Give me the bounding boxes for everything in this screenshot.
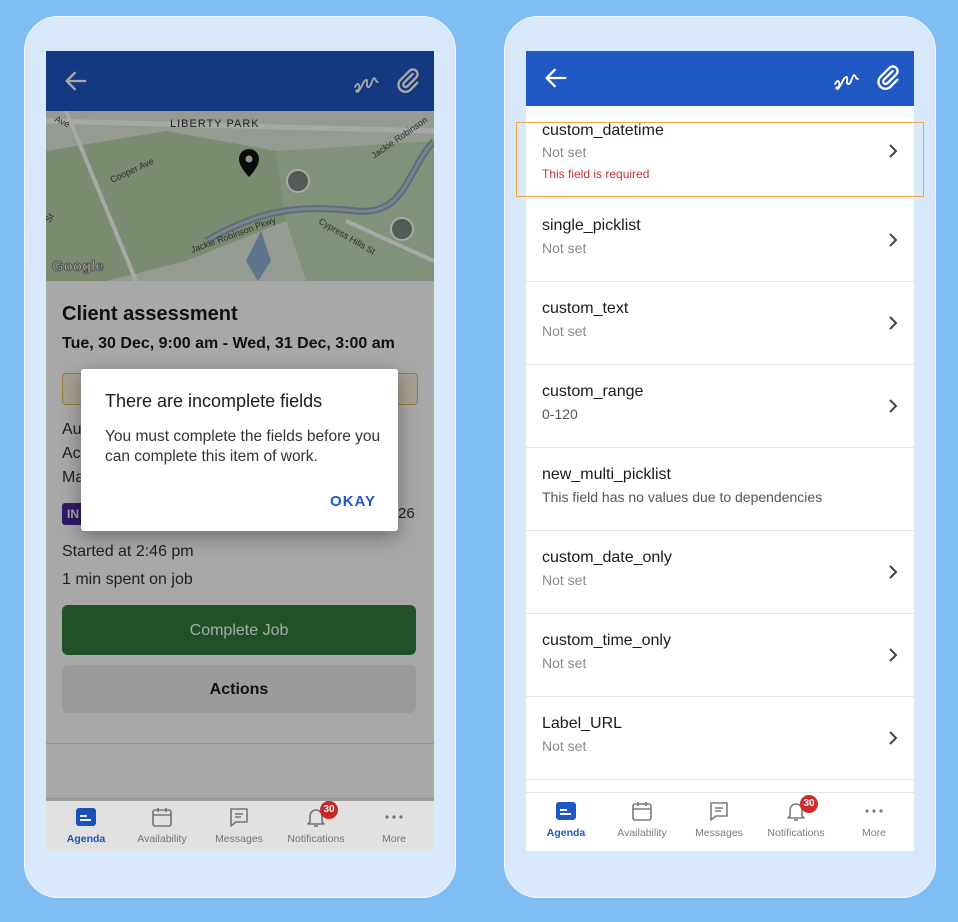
chevron-right-icon <box>889 648 898 662</box>
incomplete-fields-dialog: There are incomplete fields You must com… <box>81 369 398 531</box>
field-value: Not set <box>542 655 587 671</box>
tab-more[interactable]: More <box>836 799 912 839</box>
field-name: Label_URL <box>542 715 623 732</box>
signature-icon[interactable] <box>832 64 862 92</box>
field-value: Not set <box>542 572 587 588</box>
field-name: custom_datetime <box>542 122 664 139</box>
okay-button[interactable]: OKAY <box>330 493 376 510</box>
field-name: custom_date_only <box>542 549 672 566</box>
field-row-custom-date-only[interactable]: custom_date_only Not set <box>526 531 914 614</box>
chevron-right-icon <box>889 731 898 745</box>
field-row-custom-datetime[interactable]: custom_datetime Not set This field is re… <box>526 106 914 199</box>
custom-fields-list: custom_datetime Not set This field is re… <box>516 106 924 780</box>
chevron-right-icon <box>889 399 898 413</box>
agenda-icon <box>556 802 576 820</box>
message-icon <box>710 802 728 821</box>
dialog-title: There are incomplete fields <box>105 391 323 411</box>
field-row-new-multi-picklist: new_multi_picklist This field has no val… <box>526 448 914 531</box>
right-phone-frame: custom_datetime Not set This field is re… <box>504 16 936 898</box>
field-error: This field is required <box>542 167 650 181</box>
tab-messages[interactable]: Messages <box>681 799 757 839</box>
field-value: Not set <box>542 323 587 339</box>
chevron-right-icon <box>889 144 898 158</box>
field-value: This field has no values due to dependen… <box>542 489 823 505</box>
tab-availability[interactable]: Availability <box>604 799 680 839</box>
field-name: custom_time_only <box>542 632 671 649</box>
calendar-icon <box>632 802 652 821</box>
field-value: 0-120 <box>542 406 578 422</box>
tabbar-scrim <box>46 801 434 851</box>
bottom-tab-bar: Agenda Availability Messages 30 Notifica… <box>526 792 914 851</box>
field-name: custom_range <box>542 383 644 400</box>
left-screen: LIBERTY PARK Cooper Ave Jackie Robinson … <box>46 51 434 851</box>
field-name: custom_text <box>542 300 629 317</box>
field-row-single-picklist[interactable]: single_picklist Not set <box>526 199 914 282</box>
tab-label: Notifications <box>767 827 825 839</box>
tab-label: Messages <box>695 827 743 839</box>
field-row-custom-range[interactable]: custom_range 0-120 <box>526 365 914 448</box>
app-bar <box>526 51 914 106</box>
field-row-custom-text[interactable]: custom_text Not set <box>526 282 914 365</box>
field-value: Not set <box>542 144 587 160</box>
field-value: Not set <box>542 738 587 754</box>
tab-notifications[interactable]: 30 Notifications <box>758 795 834 839</box>
field-name: new_multi_picklist <box>542 466 671 483</box>
field-value: Not set <box>542 240 587 256</box>
tab-label: Agenda <box>546 827 586 839</box>
back-arrow-icon[interactable] <box>542 64 570 92</box>
tab-agenda[interactable]: Agenda <box>528 799 604 839</box>
attachment-icon[interactable] <box>874 64 902 92</box>
dialog-message: You must complete the fields before you … <box>105 428 381 465</box>
field-row-label-url[interactable]: Label_URL Not set <box>526 697 914 780</box>
chevron-right-icon <box>889 233 898 247</box>
field-row-custom-time-only[interactable]: custom_time_only Not set <box>526 614 914 697</box>
field-name: single_picklist <box>542 217 641 234</box>
right-screen: custom_datetime Not set This field is re… <box>516 51 924 851</box>
chevron-right-icon <box>889 316 898 330</box>
tab-label: Availability <box>617 827 667 839</box>
chevron-right-icon <box>889 565 898 579</box>
notification-count-badge: 30 <box>800 795 818 813</box>
tab-label: More <box>862 827 886 839</box>
more-icon <box>865 809 883 813</box>
left-phone-frame: LIBERTY PARK Cooper Ave Jackie Robinson … <box>24 16 456 898</box>
